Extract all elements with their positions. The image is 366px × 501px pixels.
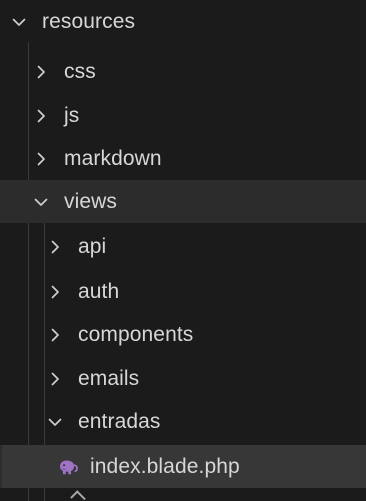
- tree-item-emails[interactable]: emails: [0, 357, 366, 400]
- tree-item-label: index.blade.php: [90, 454, 240, 478]
- tree-item-css[interactable]: css: [0, 50, 366, 93]
- tree-item-label: entradas: [78, 409, 161, 433]
- tree-item-label: resources: [42, 9, 136, 33]
- tree-item-label: css: [64, 59, 96, 83]
- chevron-down-icon: [32, 193, 50, 211]
- php-elephant-icon: [56, 458, 80, 476]
- partial-next-row: [0, 485, 366, 501]
- file-explorer-tree: resources css js markdown views api auth…: [0, 0, 366, 501]
- tree-item-views[interactable]: views: [0, 180, 366, 223]
- tree-item-label: components: [78, 322, 194, 346]
- tree-item-index-blade-php[interactable]: index.blade.php: [0, 445, 366, 488]
- chevron-right-icon: [46, 370, 64, 388]
- chevron-up-icon: [70, 490, 86, 501]
- tree-item-components[interactable]: components: [0, 313, 366, 356]
- chevron-right-icon: [32, 63, 50, 81]
- tree-item-resources[interactable]: resources: [0, 0, 366, 43]
- tree-item-label: js: [64, 103, 80, 127]
- chevron-right-icon: [46, 238, 64, 256]
- chevron-down-icon: [46, 413, 64, 431]
- tree-item-api[interactable]: api: [0, 225, 366, 268]
- tree-item-auth[interactable]: auth: [0, 270, 366, 313]
- tree-item-label: auth: [78, 279, 120, 303]
- tree-item-markdown[interactable]: markdown: [0, 137, 366, 180]
- tree-item-label: views: [64, 189, 118, 213]
- chevron-right-icon: [32, 150, 50, 168]
- tree-item-label: markdown: [64, 146, 162, 170]
- chevron-right-icon: [46, 326, 64, 344]
- tree-item-entradas[interactable]: entradas: [0, 400, 366, 443]
- chevron-down-icon: [10, 13, 28, 31]
- tree-item-label: emails: [78, 366, 140, 390]
- tree-item-js[interactable]: js: [0, 94, 366, 137]
- chevron-right-icon: [46, 283, 64, 301]
- tree-item-label: api: [78, 234, 107, 258]
- chevron-right-icon: [32, 107, 50, 125]
